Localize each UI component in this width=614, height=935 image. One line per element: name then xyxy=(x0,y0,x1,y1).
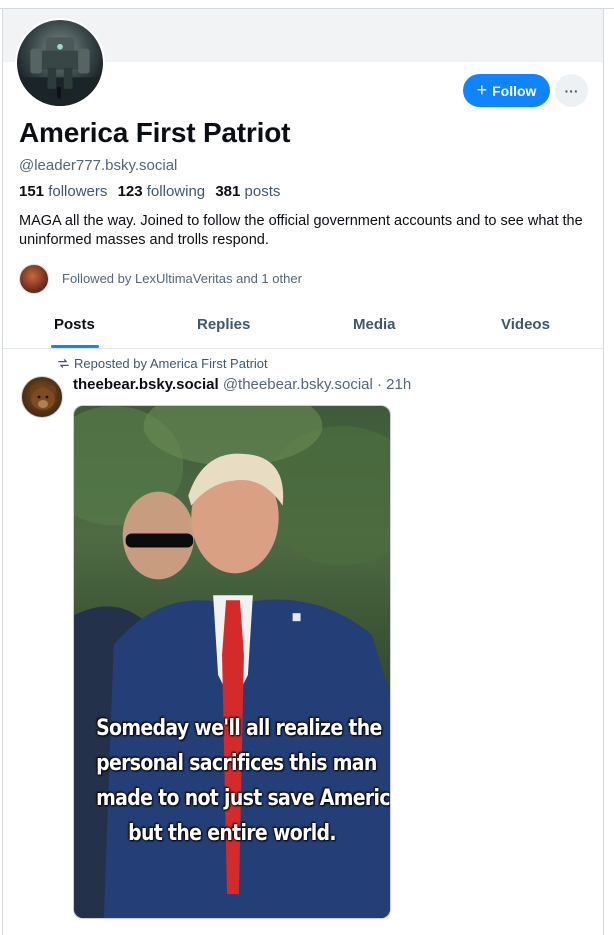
repost-label: Reposted by America First Patriot xyxy=(74,356,268,371)
posts-stat: 381 posts xyxy=(215,183,280,200)
window-left-border xyxy=(2,8,3,935)
caption-line: personal sacrifices this man xyxy=(96,751,377,776)
tab-media[interactable]: Media xyxy=(353,316,396,333)
active-tab-indicator xyxy=(51,345,99,348)
tab-posts[interactable]: Posts xyxy=(54,316,95,333)
followed-by-avatar[interactable] xyxy=(19,264,49,294)
profile-avatar[interactable] xyxy=(15,18,105,108)
window-right-border xyxy=(603,8,604,935)
post-timestamp[interactable]: · 21h xyxy=(377,376,411,393)
tab-replies[interactable]: Replies xyxy=(197,316,250,333)
repost-icon xyxy=(58,359,69,368)
profile-tabs: Posts Replies Media Videos xyxy=(3,305,603,349)
profile-display-name: America First Patriot xyxy=(19,117,291,148)
post-author-avatar[interactable] xyxy=(21,376,63,418)
follow-button-label: Follow xyxy=(492,82,537,99)
follow-button[interactable]: + Follow xyxy=(463,74,550,107)
profile-handle: @leader777.bsky.social xyxy=(19,157,178,174)
post-author-handle[interactable]: @theebear.bsky.social xyxy=(223,376,373,393)
post-author-name[interactable]: theebear.bsky.social xyxy=(73,376,219,393)
followers-label: followers xyxy=(48,183,108,200)
post-header: theebear.bsky.social @theebear.bsky.soci… xyxy=(73,376,411,393)
following-link[interactable]: 123 following xyxy=(118,183,206,200)
caption-line: made to not just save America xyxy=(96,786,391,811)
followers-count: 151 xyxy=(19,183,45,200)
profile-bio: MAGA all the way. Joined to follow the o… xyxy=(19,213,583,248)
posts-count: 381 xyxy=(215,183,241,200)
ellipsis-icon: ··· xyxy=(564,82,579,99)
more-options-button[interactable]: ··· xyxy=(555,74,588,107)
posts-label: posts xyxy=(244,183,281,200)
followers-link[interactable]: 151 followers xyxy=(19,183,107,200)
profile-stats: 151 followers 123 following 381 posts xyxy=(19,183,280,200)
bear-avatar-icon xyxy=(30,385,56,410)
tab-videos[interactable]: Videos xyxy=(501,316,550,333)
following-count: 123 xyxy=(117,183,143,200)
image-caption: Someday we'll all realize the personal s… xyxy=(96,711,391,851)
repost-indicator[interactable]: Reposted by America First Patriot xyxy=(57,356,268,371)
followed-by-text[interactable]: Followed by LexUltimaVeritas and 1 other xyxy=(62,271,302,286)
caption-line: but the entire world. xyxy=(128,821,336,846)
following-label: following xyxy=(146,183,206,200)
caption-line: Someday we'll all realize the xyxy=(96,716,382,741)
plus-icon: + xyxy=(476,79,488,100)
robot-mech-avatar-icon xyxy=(17,37,103,106)
post-image[interactable]: Someday we'll all realize the personal s… xyxy=(73,405,391,919)
